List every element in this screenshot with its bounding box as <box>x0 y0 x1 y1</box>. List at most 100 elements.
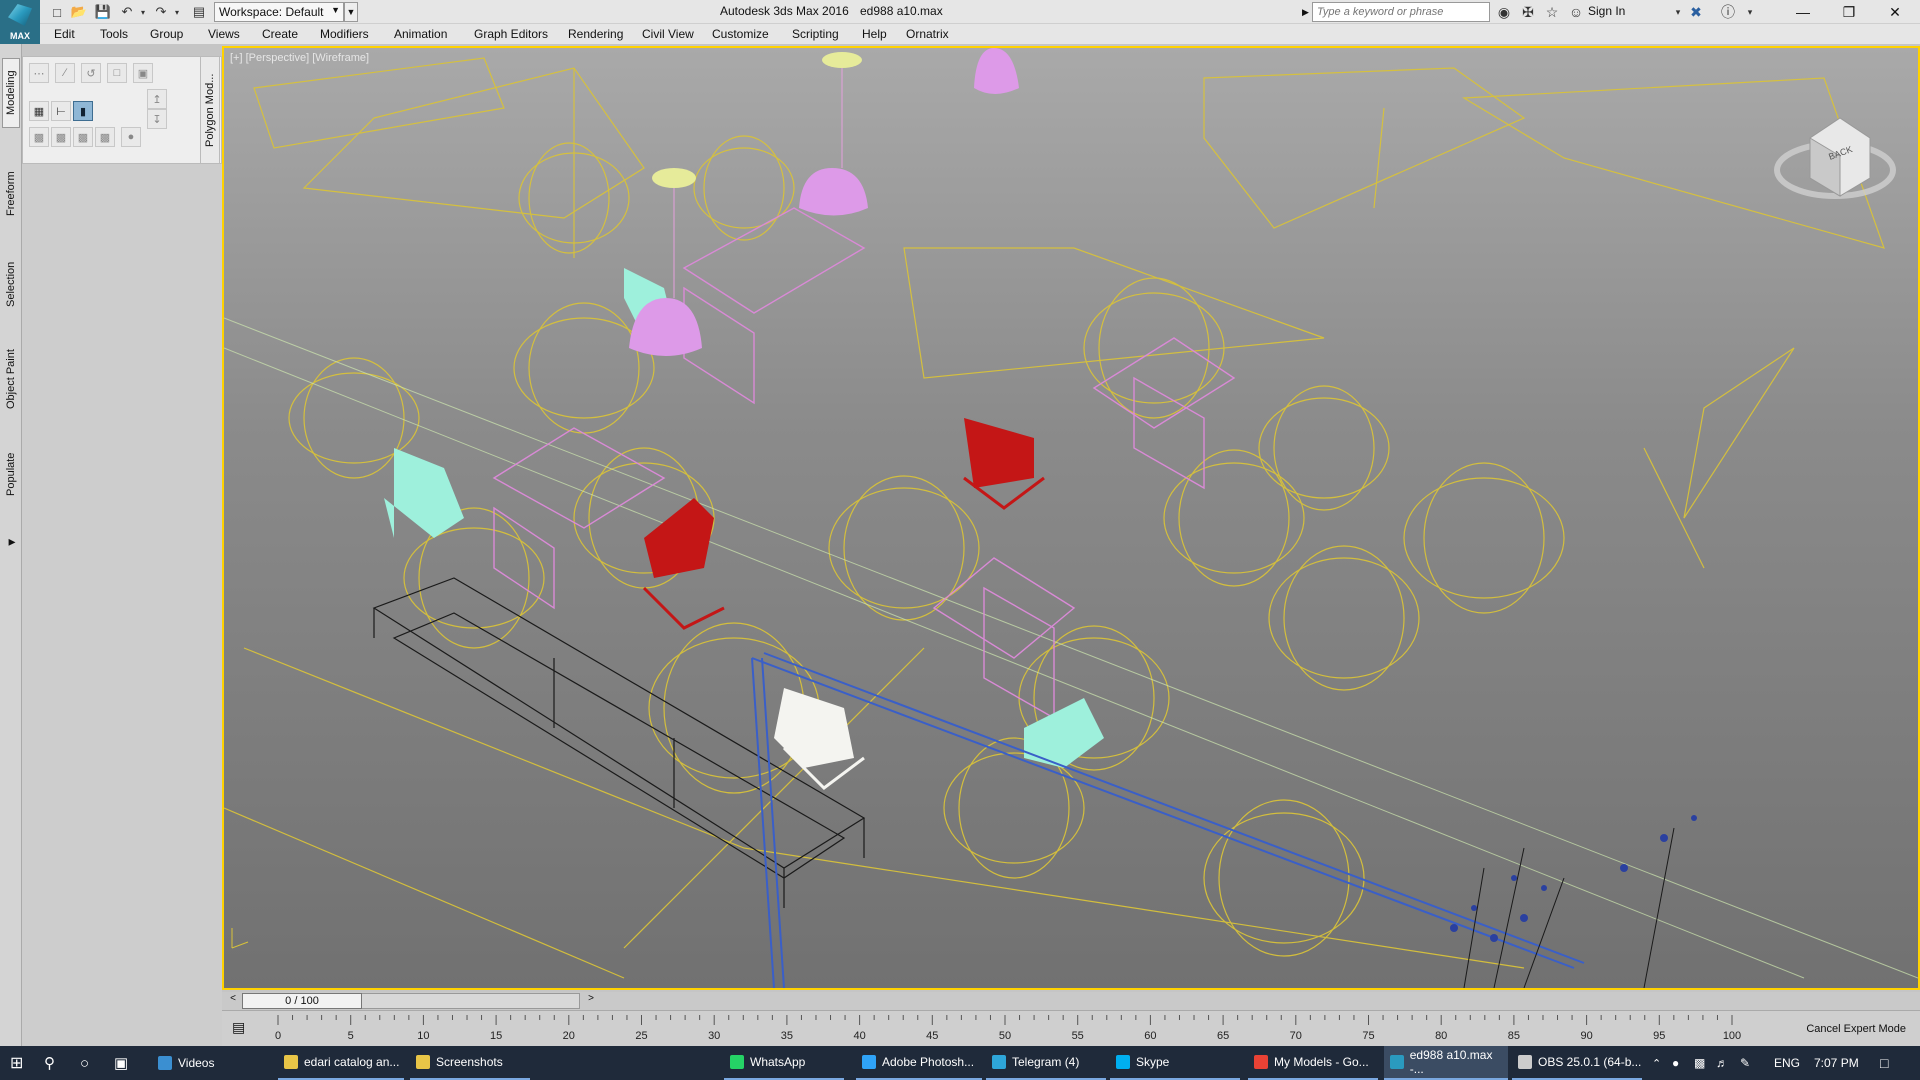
open-file-icon[interactable]: 📂 <box>70 3 88 21</box>
language-indicator[interactable]: ENG <box>1774 1046 1800 1080</box>
workspace-dropdown[interactable]: Workspace: Default ▼ <box>214 2 344 22</box>
preview-off-icon[interactable]: ▩ <box>29 127 49 147</box>
polygon-mode-icon[interactable]: □ <box>107 63 127 83</box>
move-down-icon[interactable]: ↧ <box>147 109 167 129</box>
taskbar-item[interactable]: Adobe Photosh... <box>856 1046 982 1080</box>
tab-populate[interactable]: Populate <box>2 434 20 514</box>
vertex-mode-icon[interactable]: ⋯ <box>29 63 49 83</box>
scene-wireframe <box>224 48 1918 988</box>
previous-frame-icon[interactable]: < <box>226 993 240 1009</box>
windows-start-icon[interactable]: ⊞ <box>10 1046 23 1080</box>
minimize-button[interactable]: — <box>1780 0 1826 24</box>
redo-icon[interactable]: ↷ <box>152 3 170 21</box>
search-expand-icon[interactable]: ▶ <box>1302 3 1312 21</box>
ribbon-panel-label[interactable]: Polygon Mod... <box>200 56 220 164</box>
redo-dropdown-icon[interactable]: ▾ <box>172 3 182 21</box>
help-dropdown-icon[interactable]: ▾ <box>1740 3 1760 21</box>
taskbar-item[interactable]: Screenshots <box>410 1046 530 1080</box>
next-frame-icon[interactable]: > <box>584 993 598 1009</box>
favorites-star-icon[interactable]: ☆ <box>1542 3 1562 21</box>
menu-views[interactable]: Views <box>208 27 240 41</box>
pen-icon[interactable]: ✎ <box>1740 1046 1750 1080</box>
ribbon-toggle-icon[interactable]: ◀ <box>2 530 20 554</box>
preview-multi-icon[interactable]: ▩ <box>73 127 93 147</box>
exchange-apps-icon[interactable]: ✖ <box>1686 3 1706 21</box>
notifications-icon[interactable]: □ <box>1880 1046 1888 1080</box>
close-button[interactable]: ✕ <box>1872 0 1918 24</box>
show-end-result-icon[interactable]: ▮ <box>73 101 93 121</box>
taskbar-item[interactable]: ed988 a10.max -... <box>1384 1046 1508 1080</box>
menu-tools[interactable]: Tools <box>100 27 128 41</box>
help-icon[interactable]: ⓘ <box>1718 3 1738 21</box>
menu-rendering[interactable]: Rendering <box>568 27 623 41</box>
edge-mode-icon[interactable]: ∕ <box>55 63 75 83</box>
menu-group[interactable]: Group <box>150 27 183 41</box>
tab-object-paint[interactable]: Object Paint <box>2 334 20 424</box>
track-bar[interactable]: ▤ 0 5 10 15 20 25 30 35 40 45 50 55 60 65 70 75 80 85 90 95… <box>222 1010 1920 1046</box>
restore-button[interactable]: ❐ <box>1826 0 1872 24</box>
show-hidden-icons-icon[interactable]: ⌃ <box>1652 1046 1661 1080</box>
menu-edit[interactable]: Edit <box>54 27 75 41</box>
menu-help[interactable]: Help <box>862 27 887 41</box>
new-file-icon[interactable]: □ <box>48 3 66 21</box>
sign-in-dropdown-icon[interactable]: ▾ <box>1668 3 1688 21</box>
menu-civil-view[interactable]: Civil View <box>642 27 694 41</box>
time-slider-thumb[interactable]: 0 / 100 <box>242 993 362 1009</box>
office-chair-red <box>644 498 714 578</box>
menu-graph-editors[interactable]: Graph Editors <box>474 27 548 41</box>
clock[interactable]: 7:07 PM <box>1814 1046 1859 1080</box>
polygon-modeling-panel: ⋯ ∕ ↺ □ ▣ ↥ ▦ ⊢ ▮ ↧ ▩ ▩ ▩ ▩ ● <box>22 56 222 164</box>
project-folder-icon[interactable]: ▤ <box>190 3 208 21</box>
search-icon[interactable]: ⚲ <box>44 1046 55 1080</box>
menu-ornatrix[interactable]: Ornatrix <box>906 27 949 41</box>
3dsmax-logo-icon <box>8 4 32 26</box>
volume-icon[interactable]: ♬ <box>1716 1046 1728 1080</box>
ignore-backfacing-icon[interactable]: ▩ <box>95 127 115 147</box>
pendant-lamp <box>974 48 1019 94</box>
search-input[interactable] <box>1312 2 1490 22</box>
taskbar-item[interactable]: Videos <box>152 1046 272 1080</box>
tab-selection[interactable]: Selection <box>2 244 20 324</box>
task-view-icon[interactable]: ▣ <box>114 1046 128 1080</box>
tab-modeling[interactable]: Modeling <box>2 58 20 128</box>
app-menu-button[interactable]: MAX <box>0 0 40 44</box>
pin-stack-icon[interactable]: ⊢ <box>51 101 71 121</box>
perspective-viewport[interactable]: [+] [Perspective] [Wireframe] BACK <box>222 46 1920 990</box>
network-icon[interactable]: ▩ <box>1694 1046 1705 1080</box>
cortana-icon[interactable]: ○ <box>80 1046 89 1080</box>
customize-quick-access-icon[interactable]: ▼ <box>344 2 358 22</box>
undo-icon[interactable]: ↶ <box>118 3 136 21</box>
menu-animation[interactable]: Animation <box>394 27 447 41</box>
taskbar-item[interactable]: OBS 25.0.1 (64-b... <box>1512 1046 1642 1080</box>
app-icon <box>416 1055 430 1069</box>
preview-subobject-icon[interactable]: ▩ <box>51 127 71 147</box>
taskbar-item[interactable]: WhatsApp <box>724 1046 844 1080</box>
move-up-icon[interactable]: ↥ <box>147 89 167 109</box>
taskbar-item[interactable]: My Models - Go... <box>1248 1046 1378 1080</box>
communication-center-icon[interactable]: ✠ <box>1518 3 1538 21</box>
element-mode-icon[interactable]: ▣ <box>133 63 153 83</box>
binoculars-icon[interactable]: ◉ <box>1494 3 1514 21</box>
microphone-icon[interactable]: ● <box>1672 1046 1679 1080</box>
menu-scripting[interactable]: Scripting <box>792 27 839 41</box>
modify-mode-icon[interactable]: ▦ <box>29 101 49 121</box>
menu-bar: Edit Tools Group Views Create Modifiers … <box>40 24 1920 44</box>
undo-dropdown-icon[interactable]: ▾ <box>138 3 148 21</box>
viewport-label[interactable]: [+] [Perspective] [Wireframe] <box>230 52 369 64</box>
save-file-icon[interactable]: 💾 <box>94 3 112 21</box>
taskbar-item[interactable]: Telegram (4) <box>986 1046 1106 1080</box>
cancel-expert-mode-button[interactable]: Cancel Expert Mode <box>1806 1023 1906 1035</box>
menu-create[interactable]: Create <box>262 27 298 41</box>
menu-modifiers[interactable]: Modifiers <box>320 27 369 41</box>
menu-customize[interactable]: Customize <box>712 27 769 41</box>
taskbar-item[interactable]: Skype <box>1110 1046 1240 1080</box>
viewcube[interactable]: BACK <box>1770 98 1900 208</box>
tab-freeform[interactable]: Freeform <box>2 154 20 234</box>
user-icon[interactable]: ☺ <box>1566 3 1586 21</box>
frame-tick-label: 95 <box>1653 1030 1665 1042</box>
taskbar-item[interactable]: edari catalog an... <box>278 1046 404 1080</box>
use-soft-selection-icon[interactable]: ● <box>121 127 141 147</box>
border-mode-icon[interactable]: ↺ <box>81 63 101 83</box>
left-panel-background <box>22 164 222 1046</box>
sign-in-link[interactable]: Sign In <box>1588 4 1625 18</box>
